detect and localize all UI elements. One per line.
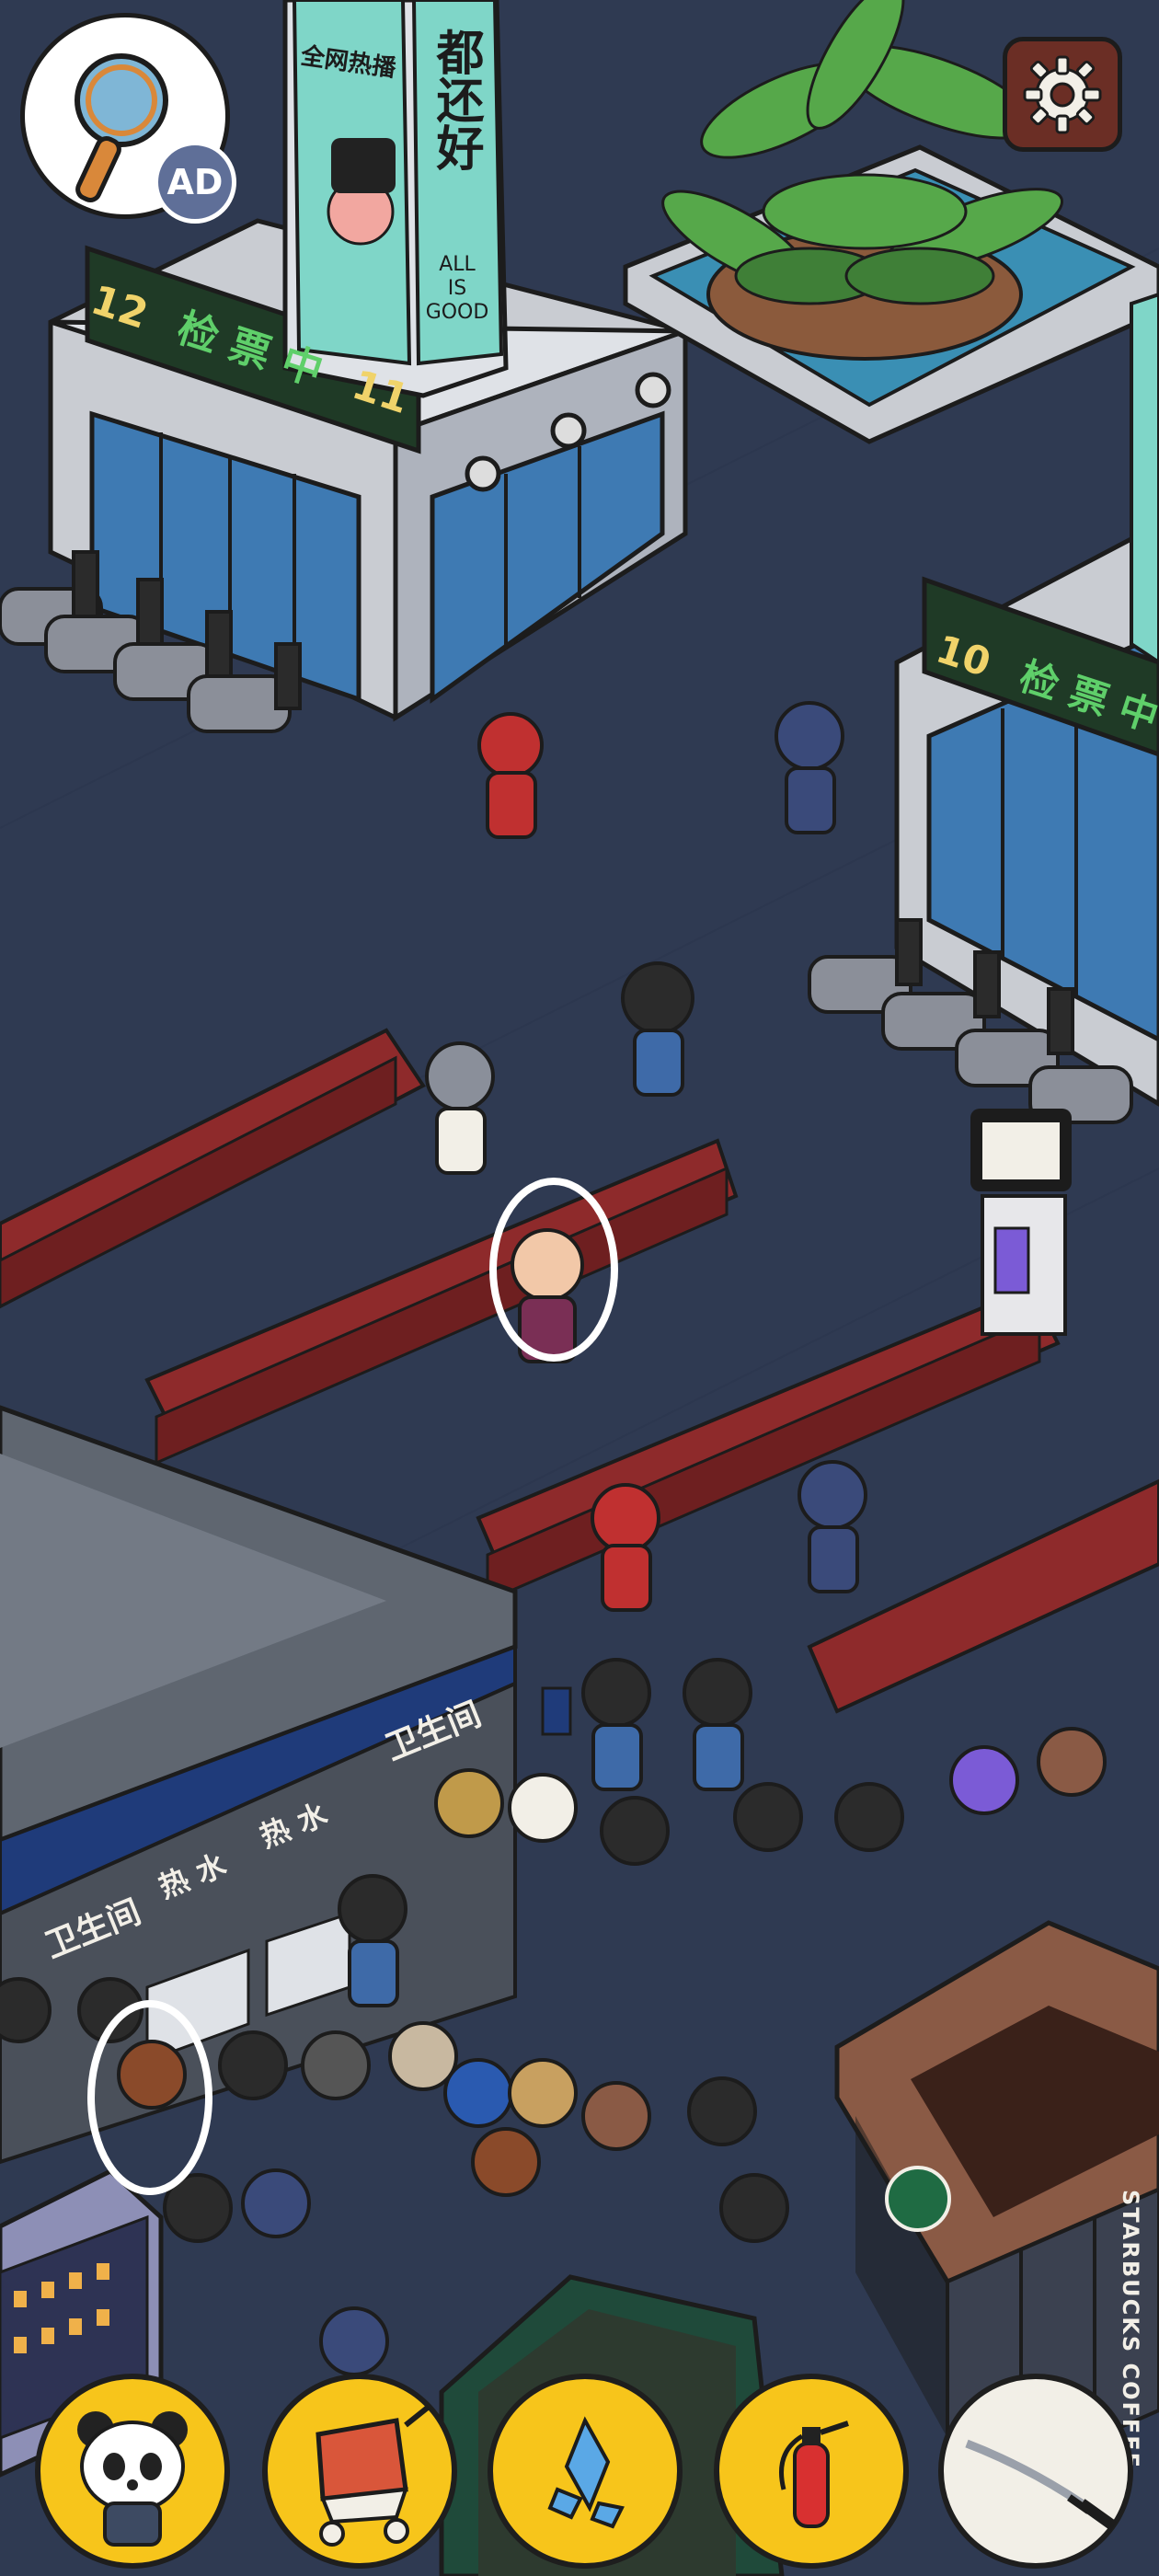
tool-katana[interactable] <box>938 2374 1133 2569</box>
poster-subtitle: ALL IS GOOD <box>425 253 489 324</box>
station-scene <box>0 0 1159 2576</box>
tool-extinguisher[interactable] <box>714 2374 909 2569</box>
info-kiosk <box>970 1109 1072 1336</box>
tool-crystal[interactable] <box>488 2374 683 2569</box>
poster-banner: 都还好 <box>428 28 483 171</box>
stroller-icon <box>316 2404 430 2547</box>
ad-badge: AD <box>154 141 236 224</box>
gear-icon <box>1023 55 1102 133</box>
extinguisher-icon <box>779 2421 849 2528</box>
game-screen: 12 检 票 中 11 10 检 票 中 全网热播 都还好 ALL IS GOO… <box>0 0 1159 2576</box>
katana-icon <box>965 2439 1118 2531</box>
settings-button[interactable] <box>1003 37 1122 152</box>
tool-stroller[interactable] <box>262 2374 457 2569</box>
panda-icon <box>77 2411 188 2547</box>
crystal-icon <box>547 2416 625 2529</box>
tool-panda[interactable] <box>35 2374 230 2569</box>
hint-button[interactable]: AD <box>20 13 236 224</box>
